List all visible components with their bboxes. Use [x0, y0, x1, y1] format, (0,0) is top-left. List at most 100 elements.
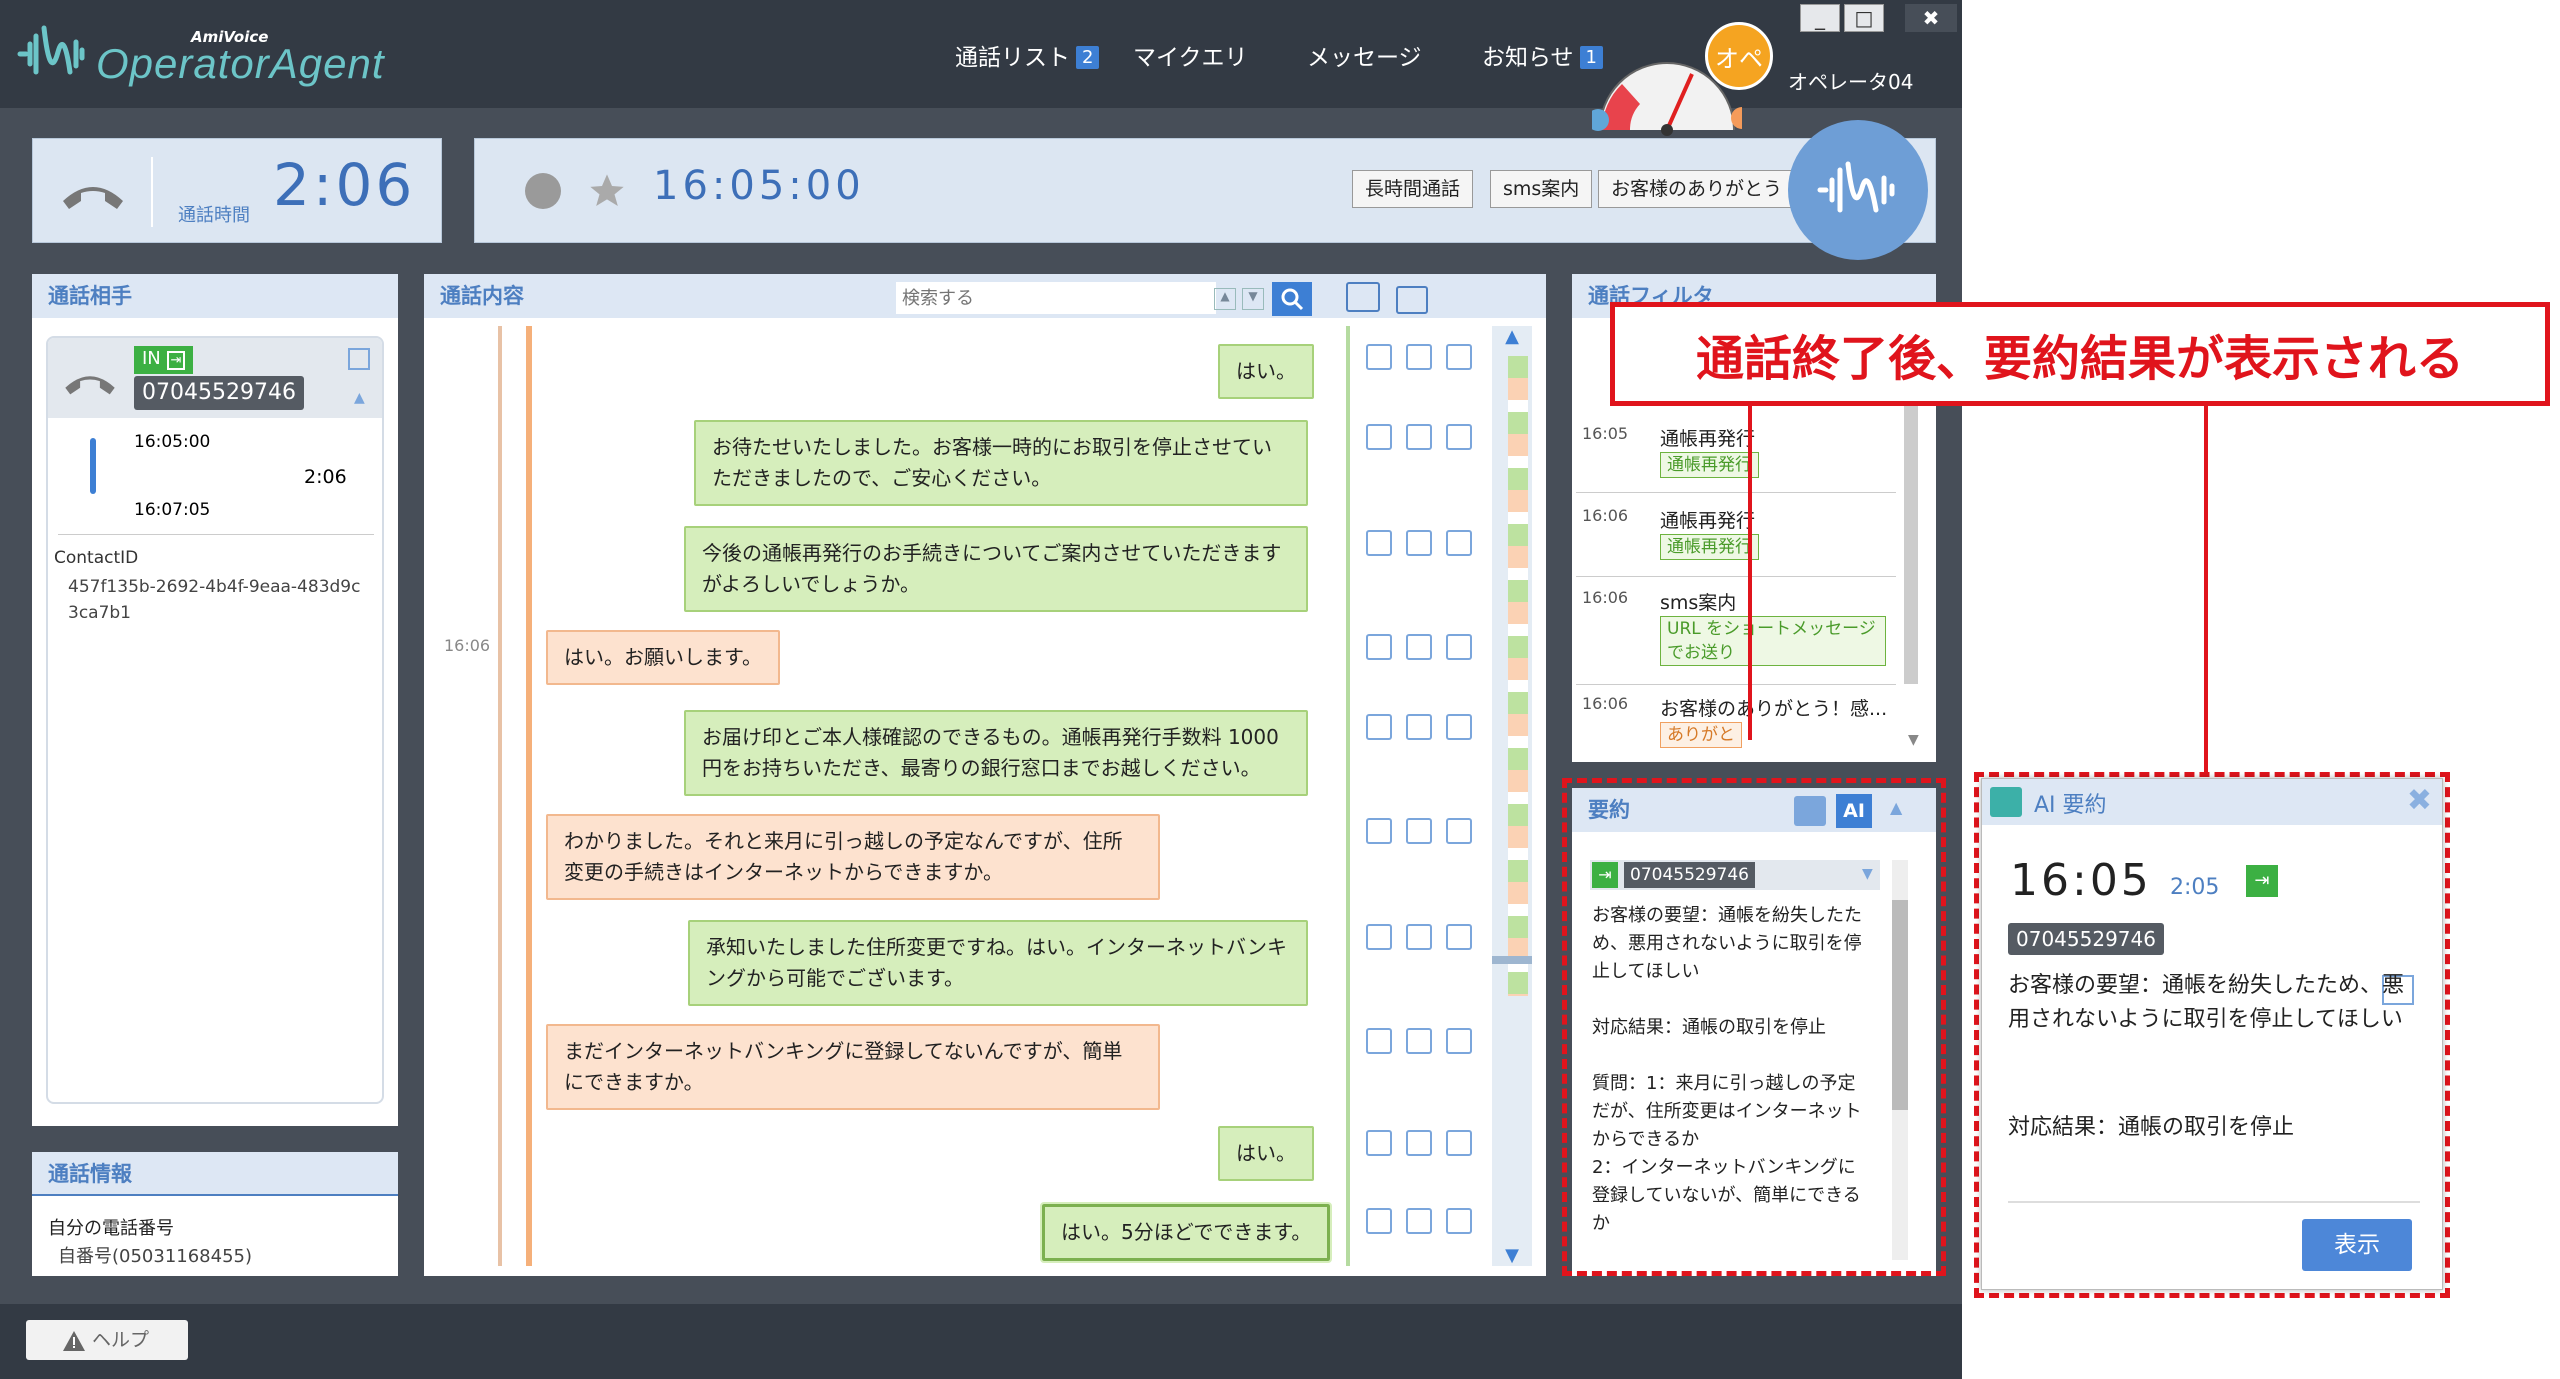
direction-label: IN — [142, 348, 161, 369]
add-icon[interactable] — [1446, 530, 1472, 556]
filter-scroll-down[interactable]: ▼ — [1908, 732, 1919, 748]
popup-duration: 2:05 — [2170, 875, 2220, 900]
add-icon[interactable] — [1446, 344, 1472, 370]
edit-icon[interactable] — [1366, 1208, 1392, 1234]
call-info-panel: 通話情報 自分の電話番号 自番号(05031168455) — [32, 1152, 398, 1276]
edit-icon[interactable] — [1366, 530, 1392, 556]
edit-icon[interactable] — [1366, 634, 1392, 660]
filter-item-title[interactable]: 通帳再発行 — [1660, 424, 1755, 451]
logo-wave-icon — [17, 25, 85, 75]
speaker-bar — [498, 326, 502, 1266]
customer-bar — [526, 326, 532, 1266]
scroll-up-button[interactable]: ▲ — [1492, 326, 1532, 347]
close-button[interactable]: ✖ — [1905, 4, 1957, 32]
message-bubble: はい。 — [1218, 1126, 1314, 1181]
copy-icon[interactable] — [1406, 924, 1432, 950]
message-actions — [1366, 634, 1486, 664]
summary-highlight-box — [1562, 778, 1946, 1276]
edit-icon[interactable] — [1366, 818, 1392, 844]
collapse-icon[interactable]: ▲ — [354, 390, 365, 406]
help-label: ヘルプ — [92, 1329, 150, 1351]
edit-icon[interactable] — [1366, 424, 1392, 450]
partner-end-time: 16:07:05 — [134, 500, 211, 520]
add-icon[interactable] — [1446, 1208, 1472, 1234]
tag-sms-guide[interactable]: sms案内 — [1490, 170, 1593, 208]
search-prev-button[interactable]: ▲ — [1214, 288, 1236, 310]
partner-duration: 2:06 — [304, 466, 347, 488]
show-button[interactable]: 表示 — [2302, 1219, 2412, 1271]
copy-all-icon[interactable] — [1396, 286, 1428, 314]
edit-icon[interactable] — [1366, 924, 1392, 950]
partner-card: IN ⇥ 07045529746 ▲ 16:05:00 2:06 16:07:0… — [46, 336, 384, 1104]
incoming-icon: ⇥ — [166, 351, 186, 370]
brand-name: OperatorAgent — [96, 40, 385, 87]
nav-notices[interactable]: お知らせ 1 — [1482, 38, 1603, 72]
filter-item-tag: ありがと — [1660, 722, 1742, 748]
message-bubble-selected: はい。5分ほどでできます。 — [1039, 1202, 1333, 1263]
bottom-bar — [0, 1304, 1962, 1379]
copy-icon[interactable] — [348, 348, 370, 370]
export-icon[interactable] — [1346, 282, 1380, 312]
nav-my-query[interactable]: マイクエリ — [1133, 38, 1248, 72]
callout-text: 通話終了後、要約結果が表示される — [1695, 331, 2464, 387]
add-icon[interactable] — [1446, 1130, 1472, 1156]
minimap-scrollbar[interactable]: ▲ ▼ — [1492, 326, 1532, 1266]
message-bubble: はい。お願いします。 — [546, 630, 780, 685]
add-icon[interactable] — [1446, 634, 1472, 660]
copy-icon[interactable] — [1406, 1208, 1432, 1234]
add-icon[interactable] — [1446, 924, 1472, 950]
edit-icon[interactable] — [1366, 1130, 1392, 1156]
help-button[interactable]: ヘルプ — [26, 1320, 188, 1360]
partner-start-time: 16:05:00 — [134, 432, 211, 452]
nav-call-list[interactable]: 通話リスト 2 — [955, 38, 1100, 72]
search-button[interactable] — [1272, 282, 1312, 316]
message-bubble: 今後の通帳再発行のお手続きについてご案内させていただきますがよろしいでしょうか。 — [684, 526, 1308, 612]
add-icon[interactable] — [1446, 424, 1472, 450]
message-bubble: 承知いたしました住所変更ですね。はい。インターネットバンキングから可能でございま… — [688, 920, 1308, 1006]
star-icon[interactable] — [587, 171, 627, 211]
popup-time: 16:05 — [2010, 855, 2152, 906]
hangup-phone-icon — [63, 187, 123, 209]
filter-item-tag: 通帳再発行 — [1660, 452, 1759, 478]
tag-customer-thanks[interactable]: お客様のありがとう — [1598, 170, 1796, 208]
phone-icon — [65, 376, 115, 395]
voice-assist-button[interactable] — [1788, 120, 1928, 260]
maximize-button[interactable]: □ — [1844, 4, 1884, 32]
filter-time: 16:06 — [1582, 588, 1629, 607]
add-icon[interactable] — [1446, 1028, 1472, 1054]
app-icon — [1990, 787, 2022, 817]
filter-item-title[interactable]: お客様のありがとう！感... — [1660, 694, 1887, 721]
user-avatar[interactable]: オペ — [1705, 22, 1773, 90]
search-next-button[interactable]: ▼ — [1242, 288, 1264, 310]
filter-time: 16:05 — [1582, 424, 1629, 443]
incoming-icon: ⇥ — [2246, 865, 2278, 897]
nav-messages[interactable]: メッセージ — [1307, 38, 1422, 72]
filter-item-title[interactable]: 通帳再発行 — [1660, 506, 1755, 533]
copy-icon[interactable] — [1406, 634, 1432, 660]
filter-item-title[interactable]: sms案内 — [1660, 588, 1736, 615]
copy-icon[interactable] — [1406, 714, 1432, 740]
call-duration: 2:06 — [273, 151, 416, 219]
edit-icon[interactable] — [1366, 714, 1392, 740]
scroll-down-button[interactable]: ▼ — [1492, 1245, 1532, 1266]
popup-request: お客様の要望：通帳を紛失したため、悪用されないように取引を停止してほしい — [2008, 973, 2405, 1032]
add-icon[interactable] — [1446, 714, 1472, 740]
transcript-time: 16:06 — [444, 636, 491, 655]
popup-close-button[interactable]: ✖ — [2407, 783, 2432, 818]
message-actions — [1366, 344, 1486, 374]
copy-icon[interactable] — [1406, 530, 1432, 556]
message-actions — [1366, 818, 1486, 848]
edit-icon[interactable] — [1366, 1028, 1392, 1054]
copy-icon[interactable] — [1406, 1130, 1432, 1156]
edit-icon[interactable] — [1366, 344, 1392, 370]
copy-icon[interactable] — [1406, 818, 1432, 844]
transcript-search-input[interactable] — [896, 282, 1216, 314]
tag-long-call[interactable]: 長時間通話 — [1352, 170, 1474, 208]
add-icon[interactable] — [1446, 818, 1472, 844]
copy-icon[interactable] — [1406, 1028, 1432, 1054]
message-actions — [1366, 1208, 1486, 1238]
copy-icon[interactable] — [1406, 424, 1432, 450]
copy-icon[interactable] — [1406, 344, 1432, 370]
call-info-title: 通話情報 — [32, 1152, 398, 1196]
minimize-button[interactable]: _ — [1800, 4, 1840, 32]
